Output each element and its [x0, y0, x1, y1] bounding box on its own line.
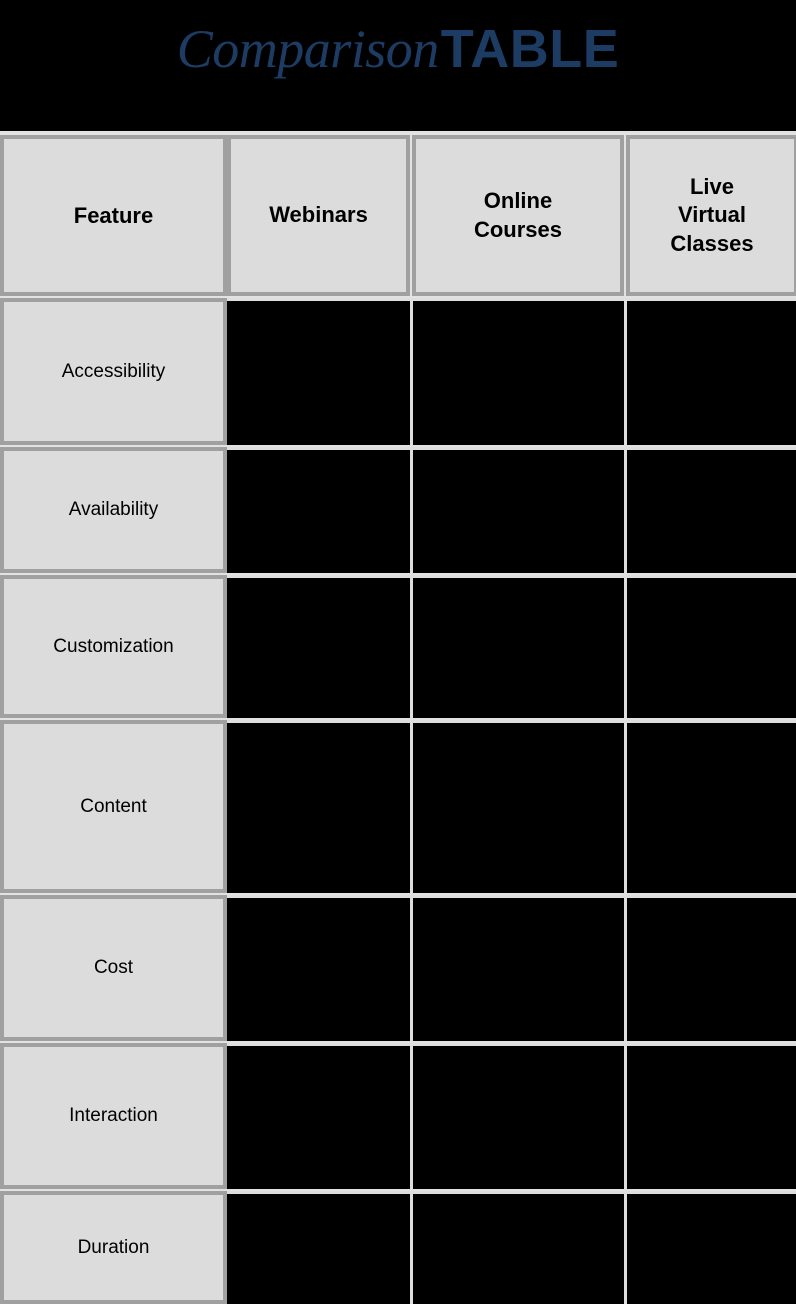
row-label-content: Content [0, 720, 227, 893]
data-cell-availability-webinars[interactable] [227, 447, 413, 573]
data-cell-duration-webinars[interactable] [227, 1191, 413, 1304]
data-cell-availability-live-virtual-classes[interactable] [627, 447, 796, 573]
data-cell-availability-online-courses[interactable] [413, 447, 627, 573]
table-header-row: Feature Webinars Online Courses Live Vir… [0, 135, 796, 296]
header-line: Live [689, 173, 735, 199]
data-cell-cost-online-courses[interactable] [413, 895, 627, 1041]
table-row: Customization [0, 575, 796, 718]
header-line: Courses [473, 216, 563, 242]
data-cell-customization-online-courses[interactable] [413, 575, 627, 718]
title-band: Comparison TABLE [0, 0, 796, 130]
row-label-customization: Customization [0, 575, 227, 718]
table-row: Content [0, 720, 796, 893]
comparison-table-page: Comparison TABLE Feature Webinars Online… [0, 0, 796, 1304]
data-cell-interaction-webinars[interactable] [227, 1043, 413, 1189]
title-script-word: Comparison [176, 19, 440, 79]
header-line: Virtual [677, 202, 747, 228]
data-cell-customization-live-virtual-classes[interactable] [627, 575, 796, 718]
table-row: Availability [0, 447, 796, 573]
data-cell-content-live-virtual-classes[interactable] [627, 720, 796, 893]
title-bold-word: TABLE [440, 19, 620, 79]
data-cell-duration-live-virtual-classes[interactable] [627, 1191, 796, 1304]
row-label-duration: Duration [0, 1191, 227, 1304]
data-cell-cost-webinars[interactable] [227, 895, 413, 1041]
page-title: Comparison TABLE [177, 18, 620, 80]
data-cell-interaction-live-virtual-classes[interactable] [627, 1043, 796, 1189]
header-cell-feature: Feature [0, 135, 227, 296]
table-row: Duration [0, 1191, 796, 1304]
data-cell-customization-webinars[interactable] [227, 575, 413, 718]
row-label-accessibility: Accessibility [0, 298, 227, 445]
header-cell-live-virtual-classes: Live Virtual Classes [626, 135, 796, 296]
data-cell-accessibility-online-courses[interactable] [413, 298, 627, 445]
header-cell-online-courses: Online Courses [412, 135, 624, 296]
comparison-table: Feature Webinars Online Courses Live Vir… [0, 131, 796, 1304]
table-row: Interaction [0, 1043, 796, 1189]
table-row: Accessibility [0, 298, 796, 445]
table-row: Cost [0, 895, 796, 1041]
data-cell-content-webinars[interactable] [227, 720, 413, 893]
row-label-availability: Availability [0, 447, 227, 573]
header-line: Online [483, 187, 553, 213]
row-label-cost: Cost [0, 895, 227, 1041]
row-label-interaction: Interaction [0, 1043, 227, 1189]
data-cell-interaction-online-courses[interactable] [413, 1043, 627, 1189]
data-cell-accessibility-webinars[interactable] [227, 298, 413, 445]
data-cell-content-online-courses[interactable] [413, 720, 627, 893]
header-cell-webinars: Webinars [227, 135, 410, 296]
data-cell-duration-online-courses[interactable] [413, 1191, 627, 1304]
header-line: Classes [670, 230, 754, 256]
data-cell-accessibility-live-virtual-classes[interactable] [627, 298, 796, 445]
data-cell-cost-live-virtual-classes[interactable] [627, 895, 796, 1041]
